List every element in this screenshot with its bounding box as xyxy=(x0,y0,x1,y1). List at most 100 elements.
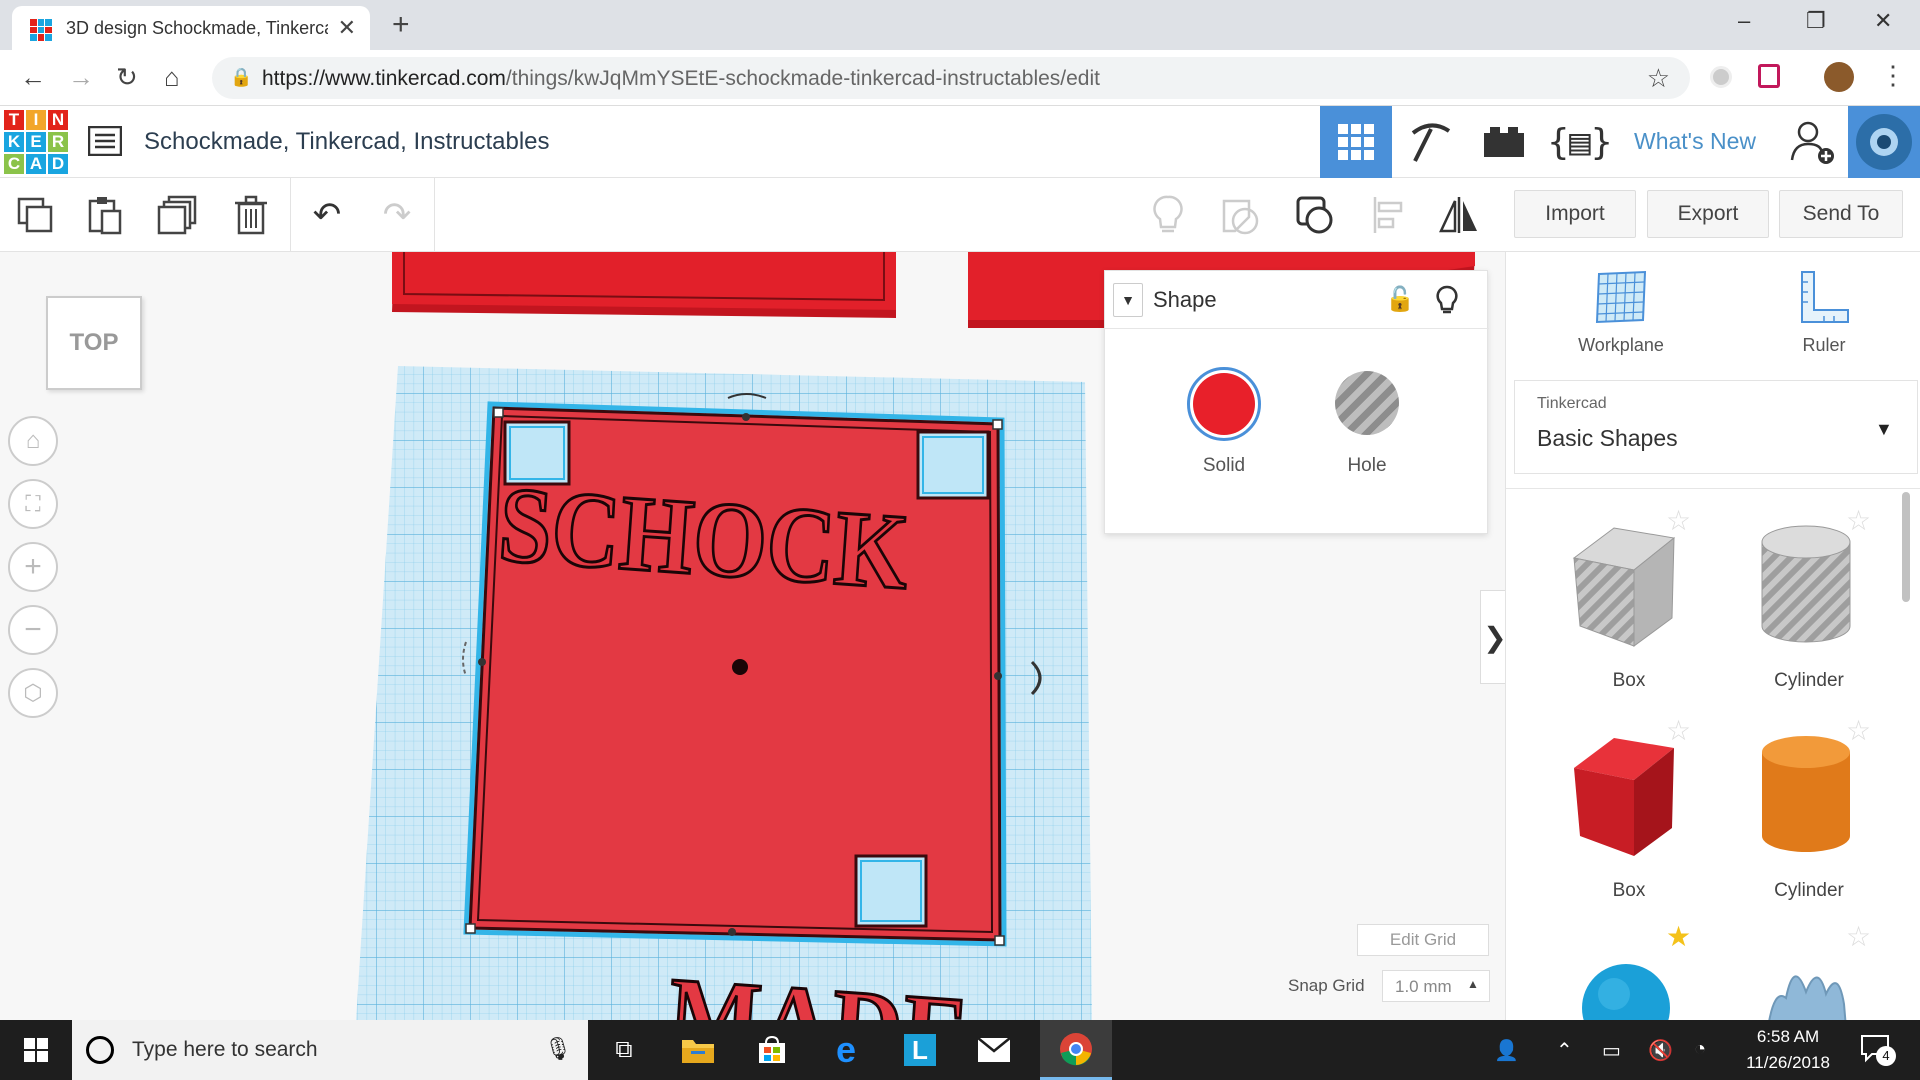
panel-scrollbar[interactable] xyxy=(1902,492,1910,602)
trash-icon[interactable] xyxy=(228,192,274,238)
lock-icon[interactable]: 🔓 xyxy=(1385,285,1415,314)
favorite-star-icon[interactable]: ☆ xyxy=(1846,714,1871,747)
cortana-icon xyxy=(86,1036,114,1064)
zoom-in-icon[interactable]: + xyxy=(8,542,58,592)
zoom-out-icon[interactable]: − xyxy=(8,605,58,655)
favorite-star-icon[interactable]: ☆ xyxy=(1846,920,1871,953)
perspective-cube-icon[interactable]: ⬡ xyxy=(8,668,58,718)
ungroup-icon[interactable] xyxy=(1292,192,1338,238)
library-source: Tinkercad xyxy=(1537,395,1607,412)
group-icon[interactable] xyxy=(1218,192,1264,238)
new-tab-button[interactable]: + xyxy=(392,8,410,42)
bookmark-star-icon[interactable]: ☆ xyxy=(1647,63,1670,94)
user-avatar[interactable] xyxy=(1848,106,1920,178)
library-dropdown[interactable]: Tinkercad Basic Shapes ▼ xyxy=(1514,380,1918,474)
whats-new-link[interactable]: What's New xyxy=(1634,128,1756,155)
volume-muted-icon[interactable]: 🔇 xyxy=(1648,1038,1673,1063)
extension-icon[interactable] xyxy=(1710,66,1732,88)
favorite-star-icon[interactable]: ☆ xyxy=(1666,504,1691,537)
tab-title: 3D design Schockmade, Tinkercad xyxy=(66,18,328,38)
favorite-star-icon[interactable]: ☆ xyxy=(1666,714,1691,747)
design-workspace[interactable]: SCHOCK MADE TOP ⌂ ⛶ + − ⬡ ▼ Shape 🔓 xyxy=(0,252,1505,1020)
profile-avatar[interactable] xyxy=(1824,62,1854,92)
system-clock[interactable]: 6:58 AM 11/26/2018 xyxy=(1728,1024,1848,1076)
browser-tab-strip: 3D design Schockmade, Tinkercad ✕ + – ❐ … xyxy=(0,0,1920,50)
battery-icon[interactable]: ▭ xyxy=(1602,1038,1621,1063)
shape-card-box-hole[interactable]: Box xyxy=(1554,508,1704,708)
solid-swatch[interactable] xyxy=(1187,367,1261,441)
microsoft-store-icon[interactable] xyxy=(736,1020,808,1080)
copy-icon[interactable] xyxy=(12,192,58,238)
duplicate-icon[interactable] xyxy=(154,192,200,238)
file-explorer-icon[interactable] xyxy=(662,1020,734,1080)
3d-view-grid-icon[interactable] xyxy=(1320,106,1392,178)
address-bar[interactable]: 🔒 https://www.tinkercad.com/things/kwJqM… xyxy=(212,57,1690,99)
minimize-button[interactable]: – xyxy=(1738,8,1750,34)
people-icon[interactable]: 👤 xyxy=(1494,1038,1519,1063)
import-button[interactable]: Import xyxy=(1514,190,1636,238)
send-to-button[interactable]: Send To xyxy=(1779,190,1903,238)
mirror-icon[interactable] xyxy=(1436,192,1482,238)
home-view-icon[interactable]: ⌂ xyxy=(8,416,58,466)
shape-card-cylinder[interactable]: Cylinder xyxy=(1734,718,1884,918)
action-center-icon[interactable]: 4 xyxy=(1860,1034,1896,1066)
pocket-extension-icon[interactable] xyxy=(1758,64,1780,88)
hole-swatch[interactable] xyxy=(1335,371,1399,435)
shape-card-box[interactable]: Box xyxy=(1554,718,1704,918)
center-handle[interactable] xyxy=(732,659,748,675)
browser-tab[interactable]: 3D design Schockmade, Tinkercad ✕ xyxy=(12,6,370,50)
redo-icon[interactable]: ↷ xyxy=(374,192,420,238)
tab-close-icon[interactable]: ✕ xyxy=(338,15,356,41)
browser-toolbar: ← → ↻ ⌂ 🔒 https://www.tinkercad.com/thin… xyxy=(0,50,1920,106)
bricks-icon[interactable] xyxy=(1468,106,1540,178)
lightbulb-icon[interactable] xyxy=(1145,192,1191,238)
mail-icon[interactable] xyxy=(958,1020,1030,1080)
reload-icon[interactable]: ↻ xyxy=(116,62,138,93)
design-title[interactable]: Schockmade, Tinkercad, Instructables xyxy=(144,128,550,156)
design-list-icon[interactable] xyxy=(87,125,123,161)
chrome-taskbar-icon[interactable] xyxy=(1040,1020,1112,1080)
solid-label: Solid xyxy=(1202,455,1246,476)
microphone-icon[interactable]: 🎙 xyxy=(544,1036,572,1062)
clock-time: 6:58 AM xyxy=(1756,1027,1820,1046)
task-view-icon[interactable]: ⧉ xyxy=(588,1020,660,1080)
favorite-star-filled-icon[interactable]: ★ xyxy=(1666,920,1691,953)
edit-grid-button[interactable]: Edit Grid xyxy=(1357,924,1489,956)
tinkercad-logo[interactable]: T I N K E R C A D xyxy=(4,110,68,174)
workplane-tool[interactable]: Workplane xyxy=(1566,268,1676,356)
align-icon[interactable] xyxy=(1366,192,1412,238)
export-button[interactable]: Export xyxy=(1647,190,1769,238)
fit-view-icon[interactable]: ⛶ xyxy=(8,479,58,529)
visibility-bulb-icon[interactable] xyxy=(1435,285,1459,320)
edge-browser-icon[interactable]: e xyxy=(810,1020,882,1080)
ruler-tool[interactable]: Ruler xyxy=(1774,268,1874,356)
tray-chevron-icon[interactable]: ⌃ xyxy=(1556,1038,1573,1063)
windows-start-icon[interactable] xyxy=(0,1020,72,1080)
panel-divider xyxy=(1506,488,1920,489)
codeblocks-icon[interactable]: {▤} xyxy=(1544,106,1616,178)
collapse-caret-icon[interactable]: ▼ xyxy=(1113,283,1143,317)
lock-icon: 🔒 xyxy=(230,67,253,87)
snap-grid-select[interactable]: 1.0 mm ▲ xyxy=(1382,970,1490,1002)
pickaxe-icon[interactable] xyxy=(1394,106,1466,178)
search-placeholder: Type here to search xyxy=(132,1038,318,1061)
undo-icon[interactable]: ↶ xyxy=(304,192,350,238)
close-window-button[interactable]: ✕ xyxy=(1874,8,1892,34)
restore-button[interactable]: ❐ xyxy=(1806,8,1826,34)
favorite-star-icon[interactable]: ☆ xyxy=(1846,504,1871,537)
wifi-icon[interactable]: ◔ xyxy=(1694,1038,1706,1061)
l-app-icon[interactable]: L xyxy=(884,1020,956,1080)
schockmade-plate[interactable]: SCHOCK MADE xyxy=(468,406,1002,1020)
add-user-icon[interactable] xyxy=(1776,106,1848,178)
red-plate-left[interactable] xyxy=(392,252,896,318)
collapse-panel-chevron-icon[interactable]: ❯ xyxy=(1480,590,1505,684)
url-text[interactable]: https://www.tinkercad.com/things/kwJqMmY… xyxy=(262,67,1100,91)
paste-icon[interactable] xyxy=(82,192,128,238)
taskbar-search-box[interactable]: Type here to search 🎙 xyxy=(72,1020,588,1080)
back-arrow-icon[interactable]: ← xyxy=(20,62,46,93)
forward-arrow-icon[interactable]: → xyxy=(68,62,94,93)
shape-card-cylinder-hole[interactable]: Cylinder xyxy=(1734,508,1884,708)
chrome-menu-icon[interactable]: ⋮ xyxy=(1880,60,1906,91)
home-icon[interactable]: ⌂ xyxy=(164,62,180,93)
view-cube[interactable]: TOP xyxy=(46,296,142,390)
